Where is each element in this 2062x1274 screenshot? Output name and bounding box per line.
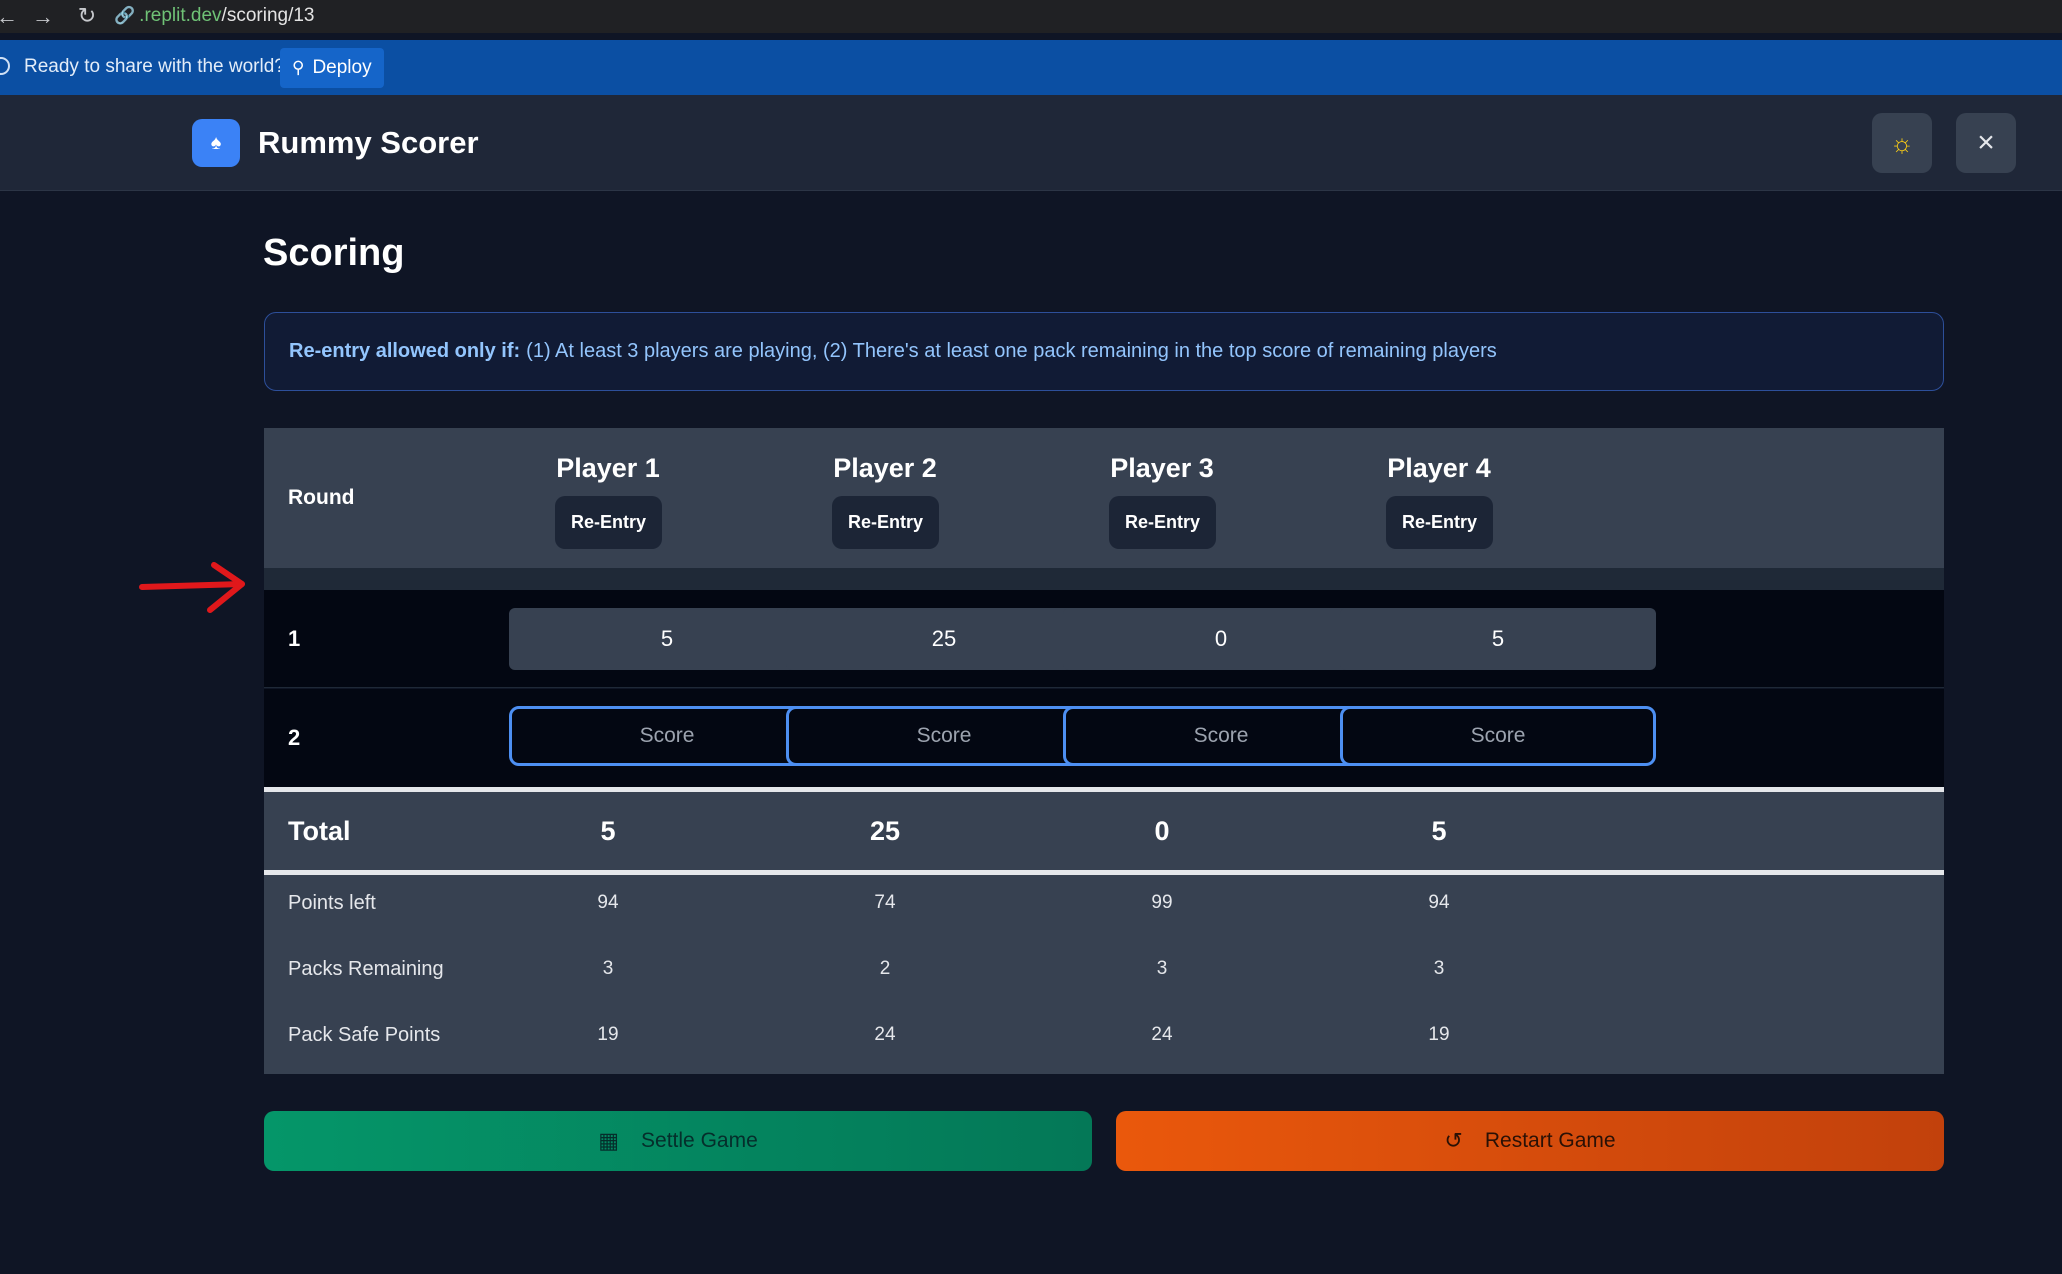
round-number: 1 [288,626,301,651]
round-score[interactable]: 0 [1063,608,1379,670]
total-value: 25 [869,816,901,846]
stats-section: Points left 94 74 99 94 Packs Remaining … [264,875,1944,1074]
scoring-table: Round Player 1 Re-Entry Player 2 Re-Entr… [264,428,1944,1074]
points-left-value: 94 [597,892,619,913]
page-title: Scoring [263,232,405,274]
rotate-ccw-icon: ↺ [1444,1128,1463,1153]
total-label: Total [288,816,351,846]
url-path: /scoring/13 [221,5,315,26]
player-column-4: Player 4 Re-Entry [1281,428,1597,568]
player-name: Player 3 [1110,453,1214,483]
score-input[interactable] [509,706,825,766]
link-icon: 🔗 [114,6,136,25]
settle-game-label: Settle Game [641,1129,758,1152]
player-name: Player 2 [833,453,937,483]
re-entry-button[interactable]: Re-Entry [832,496,939,549]
player-column-2: Player 2 Re-Entry [727,428,1043,568]
total-value: 0 [1154,816,1170,846]
player-column-1: Player 1 Re-Entry [450,428,766,568]
total-row: Total 5 25 0 5 [264,792,1944,870]
notice-bold: Re-entry allowed only if: [289,340,521,362]
re-entry-button[interactable]: Re-Entry [1109,496,1216,549]
calculator-icon: ▦ [598,1128,620,1153]
packs-remaining-value: 3 [1156,958,1168,979]
player-name: Player 4 [1387,453,1491,483]
annotation-arrow [139,562,245,613]
score-input[interactable] [1063,706,1379,766]
pack-safe-points-value: 24 [874,1024,896,1045]
forward-arrow-icon[interactable]: → [32,4,54,30]
score-input[interactable] [786,706,1102,766]
player-column-3: Player 3 Re-Entry [1004,428,1320,568]
deploy-label: Deploy [312,57,372,78]
total-value: 5 [1431,816,1447,846]
spade-icon: ♠ [192,119,240,167]
pack-safe-points-value: 19 [597,1024,619,1045]
header-spacer [264,568,1944,590]
packs-remaining-value: 3 [1433,958,1445,979]
info-icon [0,57,10,75]
back-arrow-icon[interactable]: ← [0,4,18,30]
round-score[interactable]: 25 [786,608,1102,670]
app-title: Rummy Scorer [258,125,479,160]
packs-remaining-value: 3 [602,958,614,979]
restart-game-button[interactable]: ↺ Restart Game [1116,1111,1944,1171]
round-header: Round [288,486,355,509]
deploy-button[interactable]: ⚲ Deploy [280,48,384,88]
pack-safe-points-value: 24 [1151,1024,1173,1045]
address-bar[interactable]: 🔗 .replit.dev/scoring/13 [114,5,315,27]
round-score[interactable]: 5 [509,608,825,670]
table-row: 1 5 25 0 5 [264,590,1944,688]
re-entry-button[interactable]: Re-Entry [1386,496,1493,549]
re-entry-button[interactable]: Re-Entry [555,496,662,549]
round-number: 2 [288,725,301,750]
reload-icon[interactable]: ↻ [76,3,98,29]
url-host: .replit.dev [139,5,222,26]
points-left-value: 74 [874,892,896,913]
close-button[interactable]: × [1956,113,2016,173]
pack-safe-points-value: 19 [1428,1024,1450,1045]
player-name: Player 1 [556,453,660,483]
browser-toolbar: ← → ↻ 🔗 .replit.dev/scoring/13 [0,0,2062,33]
theme-toggle-button[interactable]: ☼ [1872,113,1932,173]
notice-text: (1) At least 3 players are playing, (2) … [526,340,1497,362]
points-left-value: 94 [1428,892,1450,913]
reentry-notice: Re-entry allowed only if: (1) At least 3… [264,312,1944,391]
settle-game-button[interactable]: ▦ Settle Game [264,1111,1092,1171]
table-row: 2 [264,689,1944,787]
banner-message: Ready to share with the world? [24,56,285,77]
total-value: 5 [600,816,616,846]
round-score[interactable]: 5 [1340,608,1656,670]
restart-game-label: Restart Game [1484,1129,1616,1152]
sun-icon: ☼ [1890,127,1914,158]
table-header: Round Player 1 Re-Entry Player 2 Re-Entr… [264,428,1944,568]
pack-safe-points-label: Pack Safe Points [288,1024,441,1046]
points-left-label: Points left [288,892,376,914]
packs-remaining-label: Packs Remaining [288,958,444,980]
rocket-icon: ⚲ [292,58,305,77]
packs-remaining-value: 2 [879,958,891,979]
points-left-value: 99 [1151,892,1173,913]
score-input[interactable] [1340,706,1656,766]
app-header: ♠ Rummy Scorer ☼ × [0,95,2062,191]
close-icon: × [1977,126,1995,159]
